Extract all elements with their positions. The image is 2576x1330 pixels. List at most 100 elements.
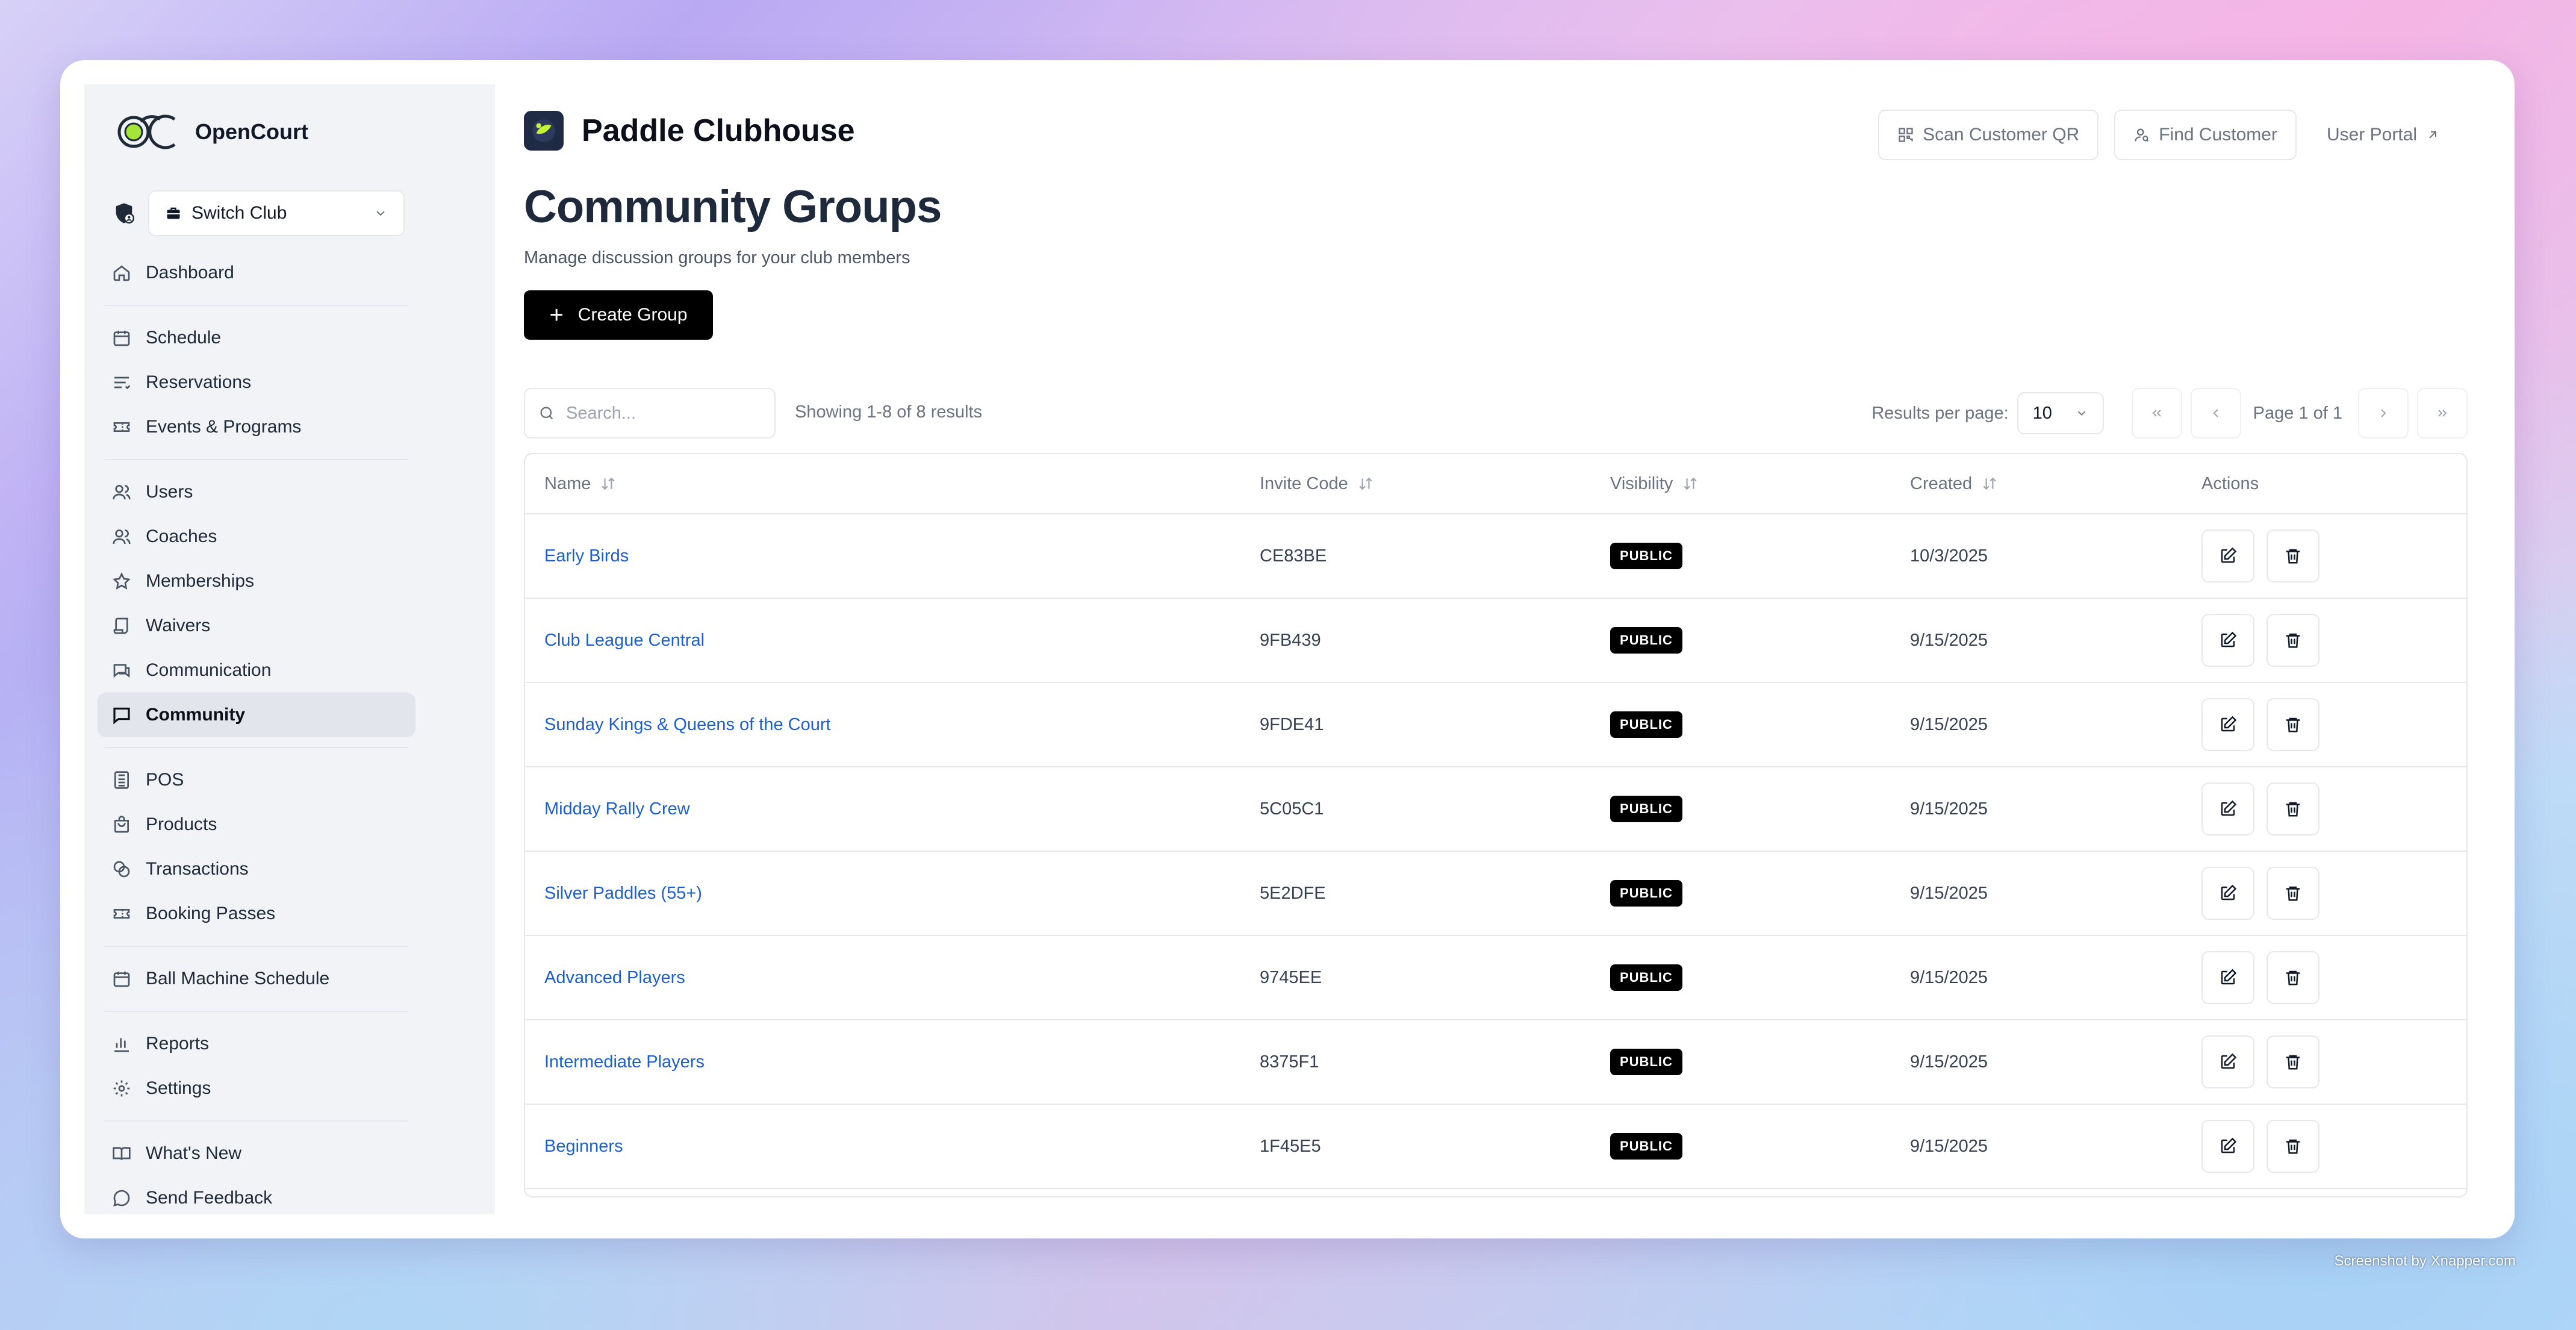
delete-button[interactable] — [2266, 698, 2320, 751]
sidebar-item-communication[interactable]: Communication — [98, 648, 415, 693]
sidebar-item-send-feedback[interactable]: Send Feedback — [98, 1176, 415, 1220]
edit-button[interactable] — [2201, 951, 2254, 1004]
delete-button[interactable] — [2266, 529, 2320, 582]
results-per-page-select[interactable]: 10 — [2017, 392, 2104, 434]
column-header-name[interactable]: Name — [525, 474, 1260, 494]
group-name-link[interactable]: Advanced Players — [544, 968, 685, 987]
sidebar-item-users[interactable]: Users — [98, 470, 415, 514]
edit-button[interactable] — [2201, 529, 2254, 582]
group-name-link[interactable]: Intermediate Players — [544, 1052, 705, 1072]
brand[interactable]: OpenCourt — [117, 111, 308, 153]
edit-icon — [2221, 547, 2237, 563]
created-date: 9/15/2025 — [1910, 630, 1988, 650]
delete-button[interactable] — [2266, 1120, 2320, 1173]
pagination: Results per page: 10 Page 1 of 1 — [1871, 388, 2468, 439]
shield-admin-icon[interactable] — [111, 200, 137, 226]
club-logo-icon — [524, 111, 564, 151]
sidebar-item-dashboard[interactable]: Dashboard — [98, 251, 415, 295]
table-header: Name Invite Code Visibility Created Acti… — [525, 454, 2466, 514]
group-name-link[interactable]: Early Birds — [544, 546, 629, 566]
sidebar-item-settings[interactable]: Settings — [98, 1066, 415, 1111]
group-name-link[interactable]: Sunday Kings & Queens of the Court — [544, 715, 831, 734]
switch-club-select[interactable]: Switch Club — [148, 190, 405, 236]
sidebar-item-transactions[interactable]: Transactions — [98, 847, 415, 891]
external-arrow-icon — [2425, 128, 2440, 142]
invite-code: 5C05C1 — [1260, 799, 1324, 819]
delete-button[interactable] — [2266, 951, 2320, 1004]
sidebar-item-coaches[interactable]: Coaches — [98, 514, 415, 559]
ticket-icon — [110, 415, 134, 439]
sort-icon — [1682, 476, 1698, 492]
column-label: Name — [544, 473, 591, 493]
sidebar-item-products[interactable]: Products — [98, 802, 415, 847]
edit-icon — [2221, 884, 2237, 901]
sidebar-item-memberships[interactable]: Memberships — [98, 559, 415, 604]
star-icon — [110, 569, 134, 593]
nav-divider — [105, 305, 408, 306]
sidebar-item-ball-machine[interactable]: Ball Machine Schedule — [98, 957, 415, 1001]
delete-button[interactable] — [2266, 614, 2320, 667]
group-name-link[interactable]: Silver Paddles (55+) — [544, 884, 702, 903]
delete-button[interactable] — [2266, 1035, 2320, 1088]
column-header-created[interactable]: Created — [1910, 474, 2201, 494]
create-group-button[interactable]: + Create Group — [524, 290, 713, 340]
visibility-badge: PUBLIC — [1610, 711, 1682, 738]
scan-customer-qr-button[interactable]: Scan Customer QR — [1878, 110, 2099, 160]
sidebar-item-pos[interactable]: POS — [98, 758, 415, 802]
edit-button[interactable] — [2201, 698, 2254, 751]
users-icon — [110, 480, 134, 504]
calculator-icon — [110, 768, 134, 792]
sidebar-item-label: Memberships — [146, 571, 255, 591]
brand-name: OpenCourt — [195, 119, 308, 144]
group-name-link[interactable]: Club League Central — [544, 631, 705, 650]
table-row: Club League Central 9FB439 PUBLIC 9/15/2… — [525, 599, 2466, 683]
page-subtitle: Manage discussion groups for your club m… — [524, 248, 910, 267]
gear-icon — [110, 1076, 134, 1101]
message-square-icon — [110, 703, 134, 727]
edit-button[interactable] — [2201, 1035, 2254, 1088]
search-input[interactable] — [566, 403, 759, 423]
group-name-link[interactable]: Midday Rally Crew — [544, 799, 690, 819]
sidebar-item-waivers[interactable]: Waivers — [98, 604, 415, 648]
nav-divider — [105, 747, 408, 748]
invite-code: 9745EE — [1260, 967, 1322, 987]
first-page-button[interactable] — [2131, 388, 2182, 439]
delete-button[interactable] — [2266, 867, 2320, 920]
invite-code: 5E2DFE — [1260, 883, 1326, 903]
sidebar-item-events[interactable]: Events & Programs — [98, 405, 415, 449]
user-portal-label: User Portal — [2326, 125, 2417, 145]
search-box[interactable] — [524, 388, 776, 439]
prev-page-button[interactable] — [2190, 388, 2241, 439]
plus-icon: + — [549, 302, 564, 328]
sidebar-item-label: Community — [146, 705, 245, 725]
switch-club-label: Switch Club — [191, 203, 287, 223]
sidebar-item-reservations[interactable]: Reservations — [98, 360, 415, 405]
sidebar-item-schedule[interactable]: Schedule — [98, 316, 415, 360]
edit-button[interactable] — [2201, 782, 2254, 835]
next-page-button[interactable] — [2358, 388, 2409, 439]
sidebar-item-community[interactable]: Community — [98, 693, 415, 737]
edit-button[interactable] — [2201, 614, 2254, 667]
trash-icon — [2286, 1139, 2300, 1154]
sidebar-item-reports[interactable]: Reports — [98, 1022, 415, 1066]
nav-divider — [105, 459, 408, 460]
column-header-visibility[interactable]: Visibility — [1610, 474, 1910, 494]
sidebar-item-booking-passes[interactable]: Booking Passes — [98, 891, 415, 936]
chevron-left-icon — [2213, 409, 2218, 417]
column-label: Invite Code — [1260, 473, 1348, 493]
column-label: Visibility — [1610, 473, 1673, 493]
home-icon — [110, 261, 134, 285]
column-header-invite-code[interactable]: Invite Code — [1260, 474, 1610, 494]
sidebar-item-whats-new[interactable]: What's New — [98, 1131, 415, 1176]
sidebar-item-label: POS — [146, 770, 184, 790]
last-page-button[interactable] — [2417, 388, 2468, 439]
column-header-actions: Actions — [2201, 474, 2466, 494]
find-customer-button[interactable]: Find Customer — [2114, 110, 2297, 160]
user-portal-link[interactable]: User Portal — [2309, 110, 2458, 160]
created-date: 9/15/2025 — [1910, 1052, 1988, 1072]
group-name-link[interactable]: Beginners — [544, 1137, 623, 1156]
edit-button[interactable] — [2201, 867, 2254, 920]
edit-button[interactable] — [2201, 1120, 2254, 1173]
delete-button[interactable] — [2266, 782, 2320, 835]
sidebar-item-label: Dashboard — [146, 263, 234, 283]
